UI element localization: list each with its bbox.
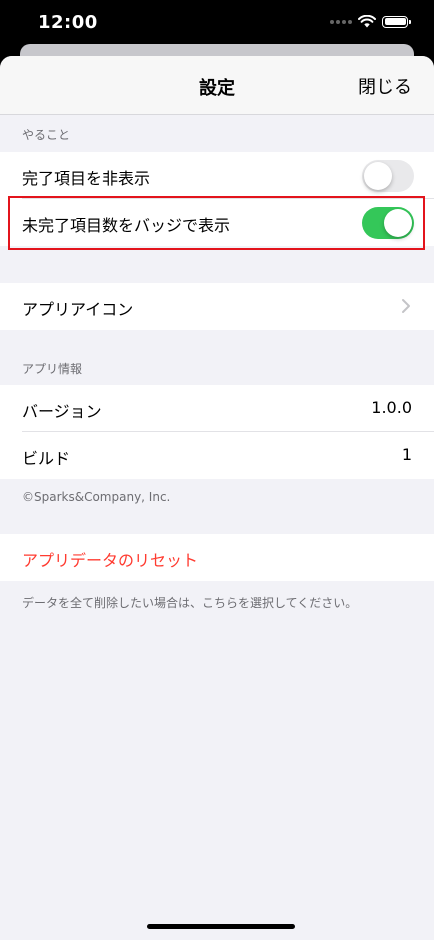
hide-completed-toggle[interactable] <box>362 160 414 192</box>
chevron-right-icon <box>402 299 410 313</box>
reset-app-data-label: アプリデータのリセット <box>22 551 199 570</box>
cellular-signal-icon <box>330 19 352 24</box>
home-indicator <box>147 924 295 929</box>
version-label: バージョン <box>22 402 102 421</box>
app-icon-row[interactable]: アプリアイコン <box>0 283 434 330</box>
status-bar: 12:00 <box>0 0 434 46</box>
build-row: ビルド 1 <box>0 432 434 479</box>
reset-group: アプリデータのリセット <box>0 534 434 581</box>
build-value: 1 <box>401 445 412 464</box>
badge-count-toggle[interactable] <box>362 207 414 239</box>
version-value: 1.0.0 <box>371 398 412 417</box>
status-time: 12:00 <box>38 12 98 33</box>
badge-count-row: 未完了項目数をバッジで表示 <box>0 199 434 246</box>
hide-completed-label: 完了項目を非表示 <box>22 169 151 188</box>
wifi-icon <box>358 15 376 28</box>
app-icon-label: アプリアイコン <box>22 300 134 319</box>
status-icons <box>330 15 411 28</box>
hide-completed-row: 完了項目を非表示 <box>0 152 434 199</box>
app-info-group: バージョン 1.0.0 ビルド 1 <box>0 385 434 479</box>
reset-app-data-row[interactable]: アプリデータのリセット <box>0 534 434 581</box>
settings-sheet: 設定 閉じる やること 完了項目を非表示 未完了項目数をバッジで表示 アプリアイ… <box>0 56 434 940</box>
build-label: ビルド <box>22 449 71 468</box>
copyright-text: ©Sparks&Company, Inc. <box>22 490 171 504</box>
badge-count-label: 未完了項目数をバッジで表示 <box>22 216 231 235</box>
section-header-todo: やること <box>22 128 71 142</box>
version-row: バージョン 1.0.0 <box>0 385 434 432</box>
todo-settings-group: 完了項目を非表示 未完了項目数をバッジで表示 <box>0 152 434 246</box>
close-button[interactable]: 閉じる <box>358 73 412 99</box>
app-icon-group: アプリアイコン <box>0 283 434 330</box>
reset-footer-note: データを全て削除したい場合は、こちらを選択してください。 <box>22 596 358 610</box>
battery-icon <box>382 15 411 28</box>
nav-bar: 設定 閉じる <box>0 56 434 115</box>
section-header-app-info: アプリ情報 <box>22 362 83 376</box>
